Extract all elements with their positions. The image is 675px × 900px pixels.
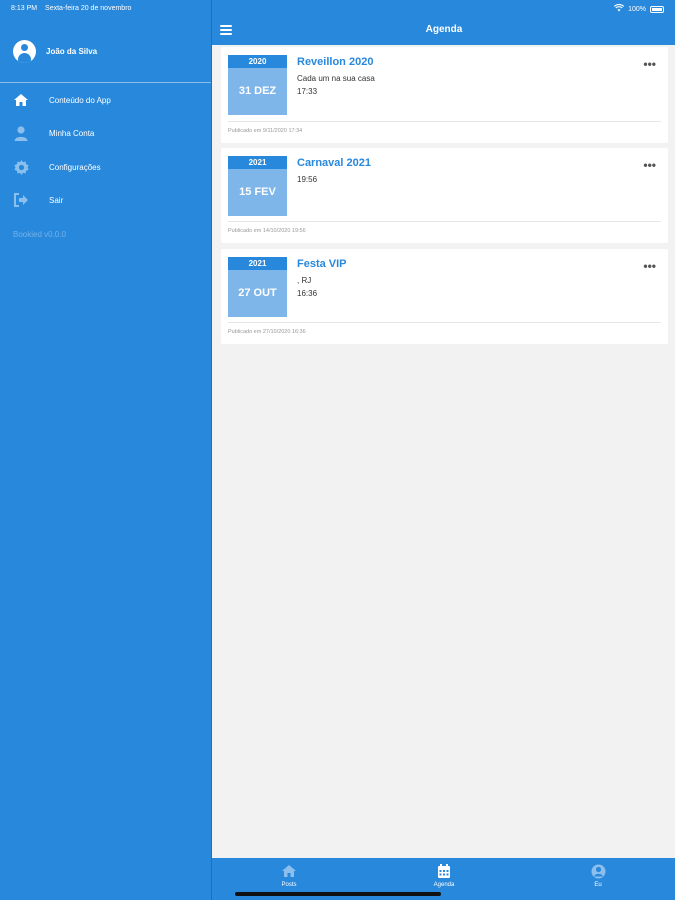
battery-icon [650,5,664,13]
event-date-badge: 2020 31 DEZ [228,55,287,115]
tab-agenda[interactable]: Agenda [414,862,474,888]
event-date-badge: 2021 27 OUT [228,257,287,317]
event-title: Reveillon 2020 [297,56,374,68]
calendar-icon [414,862,474,880]
card-divider [228,221,661,222]
event-year: 2021 [228,156,287,169]
status-time: 8:13 PM [11,5,38,12]
card-divider [228,121,661,122]
user-profile[interactable]: João da Silva [13,40,97,63]
status-bar-left: 8:13 PM Sexta-feira 20 de novembro [11,5,137,12]
card-divider [228,322,661,323]
event-time: 19:56 [297,175,318,184]
app-version: Bookied v0.0.0 [13,230,66,239]
sidebar-item-label: Sair [49,195,64,205]
published-date: Publicado em 9/11/2020 17:34 [228,128,303,134]
battery-percent: 100% [628,5,646,13]
event-time: 16:36 [297,289,318,298]
published-date: Publicado em 14/10/2020 19:56 [228,228,306,234]
home-icon [12,91,30,109]
more-options-icon[interactable]: ••• [643,158,656,172]
event-card[interactable]: 2021 27 OUT Festa VIP , RJ 16:36 ••• Pub… [221,249,668,344]
event-day: 27 OUT [238,287,277,299]
sidebar-item-sair[interactable]: Sair [12,191,63,209]
tab-eu[interactable]: Eu [568,862,628,888]
published-date: Publicado em 27/10/2020 16:36 [228,329,306,335]
sidebar-item-label: Configurações [49,162,101,172]
sidebar-item-label: Conteúdo do App [49,95,111,105]
avatar [13,40,36,63]
more-options-icon[interactable]: ••• [643,259,656,273]
sidebar-item-configuracoes[interactable]: Configurações [12,158,101,176]
event-title: Festa VIP [297,258,347,270]
home-indicator[interactable] [235,892,441,896]
wifi-icon [613,3,625,14]
user-icon [12,124,30,142]
event-time: 17:33 [297,87,318,96]
event-year: 2020 [228,55,287,68]
event-date-badge: 2021 15 FEV [228,156,287,216]
tab-label: Posts [281,882,297,888]
event-card[interactable]: 2020 31 DEZ Reveillon 2020 Cada um na su… [221,47,668,143]
event-day: 15 FEV [239,186,276,198]
event-year: 2021 [228,257,287,270]
sidebar-item-label: Minha Conta [49,128,95,138]
home-icon [259,862,319,880]
more-options-icon[interactable]: ••• [643,57,656,71]
sidebar-item-minha-conta[interactable]: Minha Conta [12,124,94,142]
event-title: Carnaval 2021 [297,157,371,169]
sign-out-icon [12,191,30,209]
gear-icon [12,158,30,176]
sidebar: 8:13 PM Sexta-feira 20 de novembro João … [0,0,211,900]
sidebar-item-conteudo[interactable]: Conteúdo do App [12,91,111,109]
event-card[interactable]: 2021 15 FEV Carnaval 2021 19:56 ••• Publ… [221,148,668,243]
event-location: , RJ [297,276,312,285]
top-bar: 100% Agenda [212,0,675,45]
status-date: Sexta-feira 20 de novembro [45,5,132,12]
user-circle-icon [568,862,628,880]
tab-label: Agenda [433,882,455,888]
sidebar-divider [0,82,211,83]
page-title: Agenda [425,24,463,35]
tab-label: Eu [594,882,602,888]
user-name: João da Silva [46,47,98,56]
tab-posts[interactable]: Posts [259,862,319,888]
main-panel: 100% Agenda 2020 31 DEZ Reveillon 2020 C… [211,0,675,900]
event-detail: Cada um na sua casa [297,74,375,83]
event-day: 31 DEZ [238,85,277,97]
status-bar-right: 100% [613,3,664,14]
